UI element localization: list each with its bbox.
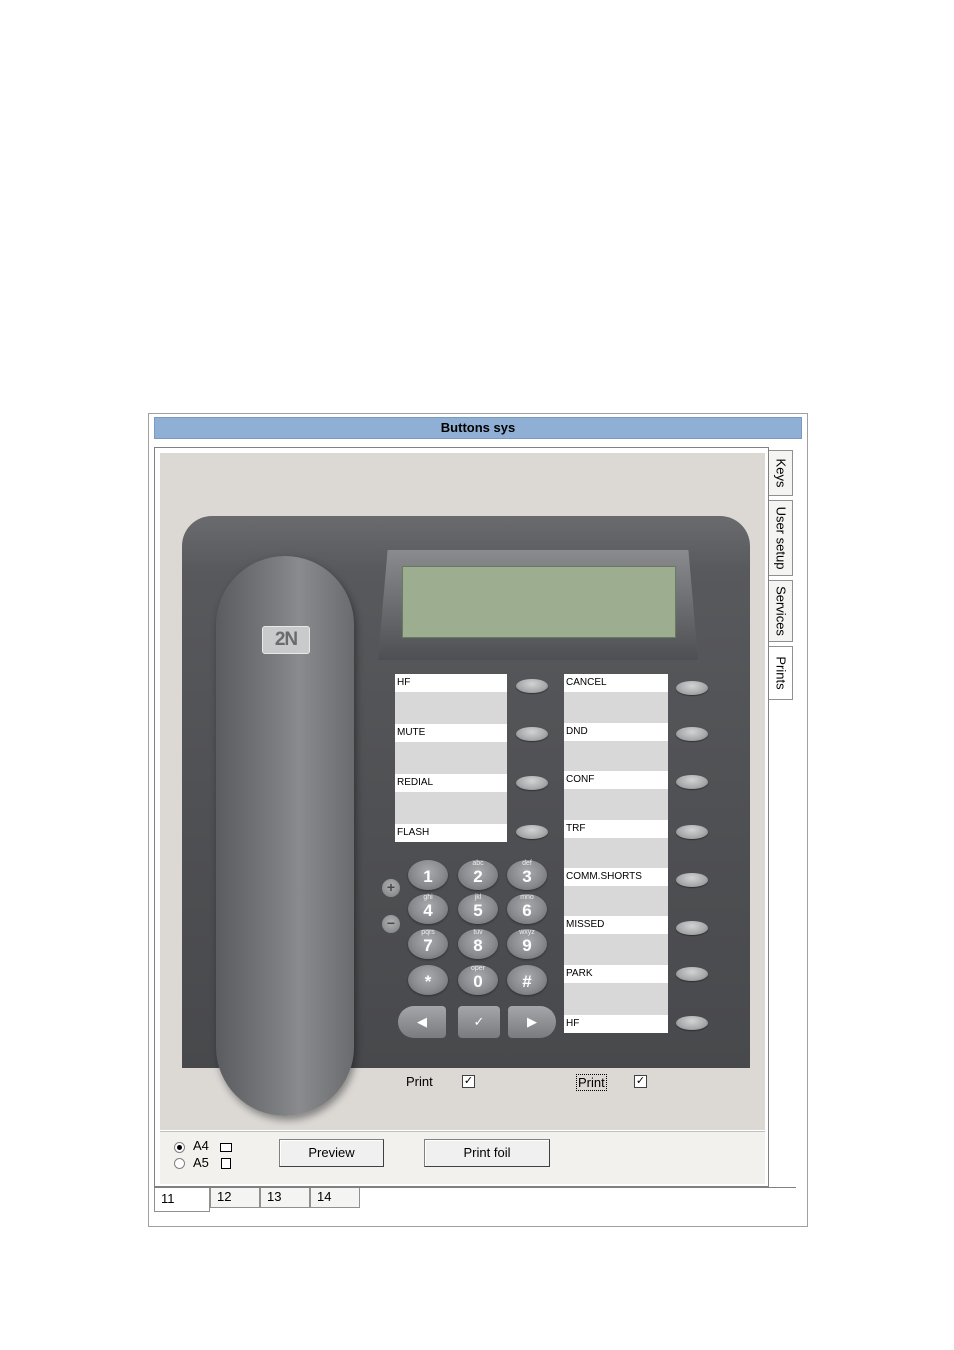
tab-label: Prints	[773, 656, 788, 690]
nav-ok-button[interactable]: ✓	[458, 1006, 500, 1038]
print-left-checkbox[interactable]: ✓	[462, 1075, 475, 1088]
print-label-right: Print	[576, 1074, 607, 1091]
function-key-left-1[interactable]	[516, 679, 548, 693]
label-right-7[interactable]: PARK	[564, 965, 668, 983]
label-right-2[interactable]: DND	[564, 723, 668, 741]
label-left-blank	[395, 692, 507, 724]
tab-12[interactable]: 12	[210, 1188, 260, 1208]
label-right-blank	[564, 838, 668, 868]
paper-a4-radio[interactable]	[174, 1142, 185, 1153]
function-key-right-6[interactable]	[676, 921, 708, 935]
display-bezel	[378, 550, 698, 660]
label-right-blank	[564, 741, 668, 771]
label-right-blank	[564, 692, 668, 723]
label-left-1[interactable]: HF	[395, 674, 507, 692]
portrait-page-icon	[221, 1158, 231, 1169]
key-digit: 5	[473, 901, 483, 920]
key-digit: 1	[423, 867, 433, 886]
tab-13[interactable]: 13	[260, 1188, 310, 1208]
label-left-4[interactable]: FLASH	[395, 824, 507, 842]
label-right-blank	[564, 934, 668, 965]
brand-logo: 2N	[262, 626, 310, 654]
window-title: Buttons sys	[154, 417, 802, 439]
label-right-3[interactable]: CONF	[564, 771, 668, 789]
function-key-right-5[interactable]	[676, 873, 708, 887]
label-right-5[interactable]: COMM.SHORTS	[564, 868, 668, 886]
preview-button[interactable]: Preview	[279, 1139, 384, 1167]
key-digit: #	[522, 972, 532, 991]
volume-up-button[interactable]: +	[382, 879, 400, 897]
tab-label: Keys	[773, 458, 788, 488]
left-label-strip[interactable]: HF MUTE REDIAL FLASH	[395, 674, 507, 842]
keypad-4[interactable]: ghi 4	[408, 894, 448, 924]
phone-panel: HF MUTE REDIAL FLASH CANCEL DND CONF TRF…	[160, 453, 765, 1130]
key-digit: 8	[473, 936, 483, 955]
right-label-strip[interactable]: CANCEL DND CONF TRF COMM.SHORTS MISSED P…	[564, 674, 668, 1033]
key-digit: 0	[473, 972, 483, 991]
function-key-right-8[interactable]	[676, 1016, 708, 1030]
key-digit: 9	[522, 936, 532, 955]
label-right-1[interactable]: CANCEL	[564, 674, 668, 692]
nav-right-button[interactable]: ▶	[508, 1006, 556, 1038]
tab-14[interactable]: 14	[310, 1188, 360, 1208]
landscape-page-icon	[220, 1143, 232, 1152]
nav-left-button[interactable]: ◀	[398, 1006, 446, 1038]
tab-11[interactable]: 11	[154, 1188, 210, 1212]
function-key-right-3[interactable]	[676, 775, 708, 789]
keypad-0[interactable]: oper 0	[458, 965, 498, 995]
keypad-1[interactable]: 1	[408, 860, 448, 890]
function-key-right-1[interactable]	[676, 681, 708, 695]
function-key-left-4[interactable]	[516, 825, 548, 839]
handset: 2N	[216, 556, 354, 1116]
keypad-star[interactable]: *	[408, 965, 448, 995]
keypad-2[interactable]: abc 2	[458, 860, 498, 890]
keypad-6[interactable]: mno 6	[507, 894, 547, 924]
keypad-3[interactable]: def 3	[507, 860, 547, 890]
print-right-checkbox[interactable]: ✓	[634, 1075, 647, 1088]
label-right-8[interactable]: HF	[564, 1015, 668, 1033]
print-label-left: Print	[406, 1074, 433, 1089]
function-key-right-7[interactable]	[676, 967, 708, 981]
label-right-blank	[564, 983, 668, 1015]
label-left-3[interactable]: REDIAL	[395, 774, 507, 792]
label-left-blank	[395, 742, 507, 774]
key-digit: 6	[522, 901, 532, 920]
label-right-blank	[564, 886, 668, 916]
keypad-8[interactable]: tuv 8	[458, 929, 498, 959]
print-controls-bar: A4 A5 Preview Print foil	[160, 1131, 765, 1184]
keypad-7[interactable]: pqrs 7	[408, 929, 448, 959]
key-digit: 2	[473, 867, 483, 886]
phone-display	[402, 566, 676, 638]
label-left-2[interactable]: MUTE	[395, 724, 507, 742]
function-key-left-2[interactable]	[516, 727, 548, 741]
keypad-9[interactable]: wxyz 9	[507, 929, 547, 959]
buttons-sys-window: Buttons sys HF MUTE REDIAL FLASH CANCEL …	[148, 413, 808, 1227]
label-right-blank	[564, 789, 668, 820]
tab-user-setup[interactable]: User setup	[769, 500, 793, 576]
tab-label: Services	[773, 586, 788, 636]
print-foil-button[interactable]: Print foil	[424, 1139, 550, 1167]
function-key-right-4[interactable]	[676, 825, 708, 839]
function-key-left-3[interactable]	[516, 776, 548, 790]
tab-services[interactable]: Services	[769, 580, 793, 642]
tab-keys[interactable]: Keys	[769, 450, 793, 496]
function-key-right-2[interactable]	[676, 727, 708, 741]
key-digit: 7	[423, 936, 433, 955]
label-right-6[interactable]: MISSED	[564, 916, 668, 934]
label-right-4[interactable]: TRF	[564, 820, 668, 838]
paper-a5-radio[interactable]	[174, 1158, 185, 1169]
key-digit: 3	[522, 867, 532, 886]
keypad-5[interactable]: jkl 5	[458, 894, 498, 924]
content-frame: HF MUTE REDIAL FLASH CANCEL DND CONF TRF…	[154, 447, 769, 1187]
volume-down-button[interactable]: −	[382, 915, 400, 933]
tab-label: User setup	[773, 506, 788, 570]
paper-a5-label: A5	[193, 1155, 209, 1170]
key-digit: *	[424, 972, 432, 991]
tab-prints[interactable]: Prints	[769, 646, 793, 700]
key-digit: 4	[423, 901, 433, 920]
paper-a4-label: A4	[193, 1138, 209, 1153]
keypad-hash[interactable]: #	[507, 965, 547, 995]
label-left-blank	[395, 792, 507, 824]
